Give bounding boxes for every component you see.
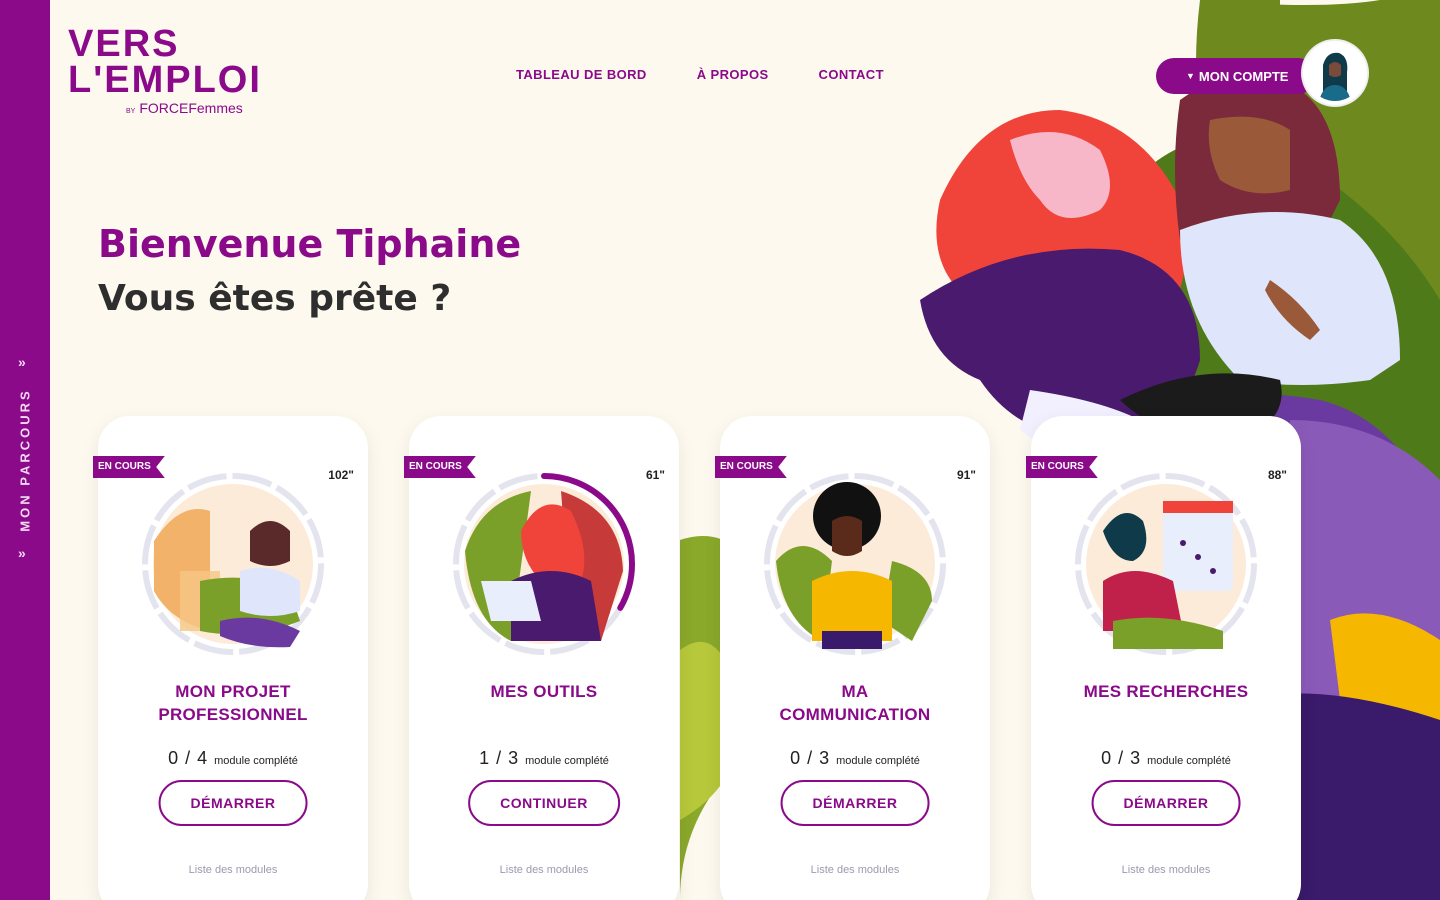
sidebar-label: MON PARCOURS xyxy=(17,388,33,532)
modules-list-link[interactable]: Liste des modules xyxy=(409,864,679,876)
card-mes-outils: EN COURS 61" MES OUTILS 1 / 3 module comp… xyxy=(404,416,679,900)
logo[interactable]: VERS L'EMPLOI BY FORCEFemmes xyxy=(68,23,262,116)
card-illustration xyxy=(453,473,635,655)
card-title: MES OUTILS xyxy=(409,680,679,703)
logo-by-prefix: BY xyxy=(126,108,136,115)
progress-count: 1 / 3 xyxy=(479,748,520,768)
progress-label: module complété xyxy=(836,755,920,767)
duration-label: 91" xyxy=(956,468,976,482)
modules-list-link[interactable]: Liste des modules xyxy=(1031,864,1301,876)
welcome-heading: Bienvenue Tiphaine xyxy=(98,222,522,266)
logo-by-name: FORCEFemmes xyxy=(139,100,243,116)
card-title-line: COMMUNICATION xyxy=(779,705,931,724)
card-ma-communication: EN COURS 91" MA COMMUNICATION 0 / 3 modul… xyxy=(715,416,990,900)
sidebar-parcours[interactable]: » MON PARCOURS » xyxy=(0,0,50,900)
continuer-button[interactable]: CONTINUER xyxy=(468,780,620,826)
card-illustration xyxy=(142,473,324,655)
demarrer-button[interactable]: DÉMARRER xyxy=(1091,780,1241,826)
card-title-line: MES OUTILS xyxy=(490,682,598,701)
logo-line-2: L'EMPLOI xyxy=(68,59,262,101)
card-illustration xyxy=(764,473,946,655)
progress-label: module complété xyxy=(214,755,298,767)
logo-byline: BY FORCEFemmes xyxy=(126,100,262,116)
modules-list-link[interactable]: Liste des modules xyxy=(720,864,990,876)
card-title: MES RECHERCHES xyxy=(1031,680,1301,703)
module-progress: 0 / 3 module complété xyxy=(720,748,990,769)
progress-count: 0 / 3 xyxy=(790,748,831,768)
avatar[interactable] xyxy=(1303,41,1367,105)
card-title: MON PROJET PROFESSIONNEL xyxy=(98,680,368,726)
nav-tableau-de-bord[interactable]: TABLEAU DE BORD xyxy=(516,67,647,82)
card-mon-projet-professionnel: EN COURS 102" MON PROJET PROFESSIONNEL 0… xyxy=(93,416,368,900)
duration-label: 102" xyxy=(328,468,354,482)
duration-label: 88" xyxy=(1267,468,1287,482)
welcome-subtitle: Vous êtes prête ? xyxy=(98,278,452,319)
avatar-illustration xyxy=(1307,45,1363,101)
module-progress: 0 / 3 module complété xyxy=(1031,748,1301,769)
card-illustration xyxy=(1075,473,1257,655)
card-title-line: MON PROJET xyxy=(175,682,291,701)
double-chevron-icon: » xyxy=(18,354,26,370)
demarrer-button[interactable]: DÉMARRER xyxy=(780,780,930,826)
progress-label: module complété xyxy=(525,755,609,767)
card-title-line: MES RECHERCHES xyxy=(1083,682,1249,701)
progress-count: 0 / 4 xyxy=(168,748,209,768)
module-progress: 1 / 3 module complété xyxy=(409,748,679,769)
progress-label: module complété xyxy=(1147,755,1231,767)
card-mes-recherches: EN COURS 88" MES RECHERCHES 0 / 3 module … xyxy=(1026,416,1301,900)
logo-line-1: VERS xyxy=(68,23,180,65)
duration-label: 61" xyxy=(645,468,665,482)
progress-count: 0 / 3 xyxy=(1101,748,1142,768)
card-title: MA COMMUNICATION xyxy=(720,680,990,726)
double-chevron-icon: » xyxy=(18,545,26,561)
card-title-line: MA xyxy=(841,682,869,701)
module-progress: 0 / 4 module complété xyxy=(98,748,368,769)
demarrer-button[interactable]: DÉMARRER xyxy=(158,780,308,826)
modules-list-link[interactable]: Liste des modules xyxy=(98,864,368,876)
chevron-down-icon: ▼ xyxy=(1186,71,1195,81)
account-menu-button[interactable]: ▼ MON COMPTE xyxy=(1156,58,1316,94)
card-title-line: PROFESSIONNEL xyxy=(158,705,308,724)
account-label: MON COMPTE xyxy=(1198,68,1289,84)
